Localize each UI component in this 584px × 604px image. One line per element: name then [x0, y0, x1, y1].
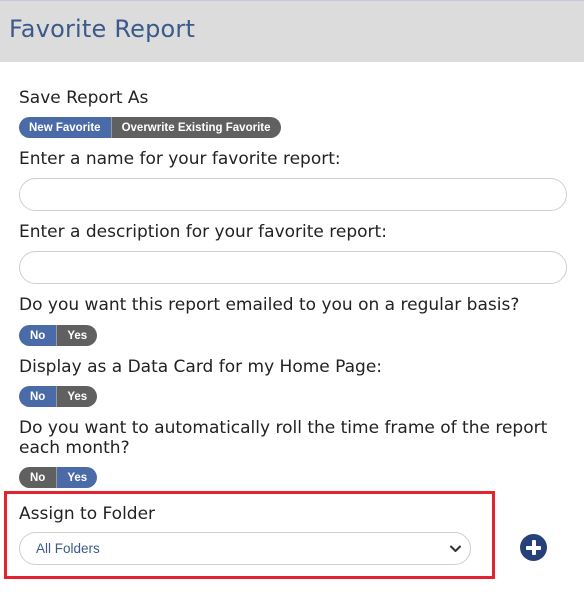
folder-select-value: All Folders — [36, 541, 100, 556]
description-input[interactable] — [19, 251, 567, 284]
dialog-header: Favorite Report — [0, 0, 584, 62]
roll-timeframe-toggle: No Yes — [19, 467, 98, 488]
overwrite-existing-favorite-option[interactable]: Overwrite Existing Favorite — [110, 117, 281, 138]
data-card-no-option[interactable]: No — [19, 386, 57, 407]
save-report-as-label: Save Report As — [19, 88, 149, 108]
data-card-toggle: No Yes — [19, 386, 98, 407]
name-label: Enter a name for your favorite report: — [19, 149, 341, 169]
email-yes-option[interactable]: Yes — [56, 325, 98, 346]
email-no-option[interactable]: No — [19, 325, 57, 346]
data-card-question-label: Display as a Data Card for my Home Page: — [19, 357, 383, 377]
email-question-label: Do you want this report emailed to you o… — [19, 295, 520, 315]
add-folder-button[interactable] — [520, 534, 547, 561]
folder-select[interactable]: All Folders — [19, 532, 471, 565]
roll-yes-option[interactable]: Yes — [56, 467, 98, 488]
save-as-toggle: New Favorite Overwrite Existing Favorite — [19, 117, 281, 138]
name-input[interactable] — [19, 178, 567, 211]
assign-folder-label: Assign to Folder — [19, 504, 156, 524]
roll-timeframe-question-label: Do you want to automatically roll the ti… — [19, 418, 548, 458]
roll-no-option[interactable]: No — [19, 467, 57, 488]
chevron-down-icon — [449, 543, 461, 555]
new-favorite-option[interactable]: New Favorite — [19, 117, 111, 138]
description-label: Enter a description for your favorite re… — [19, 222, 387, 242]
email-toggle: No Yes — [19, 325, 98, 346]
data-card-yes-option[interactable]: Yes — [56, 386, 98, 407]
page-title: Favorite Report — [9, 15, 196, 43]
